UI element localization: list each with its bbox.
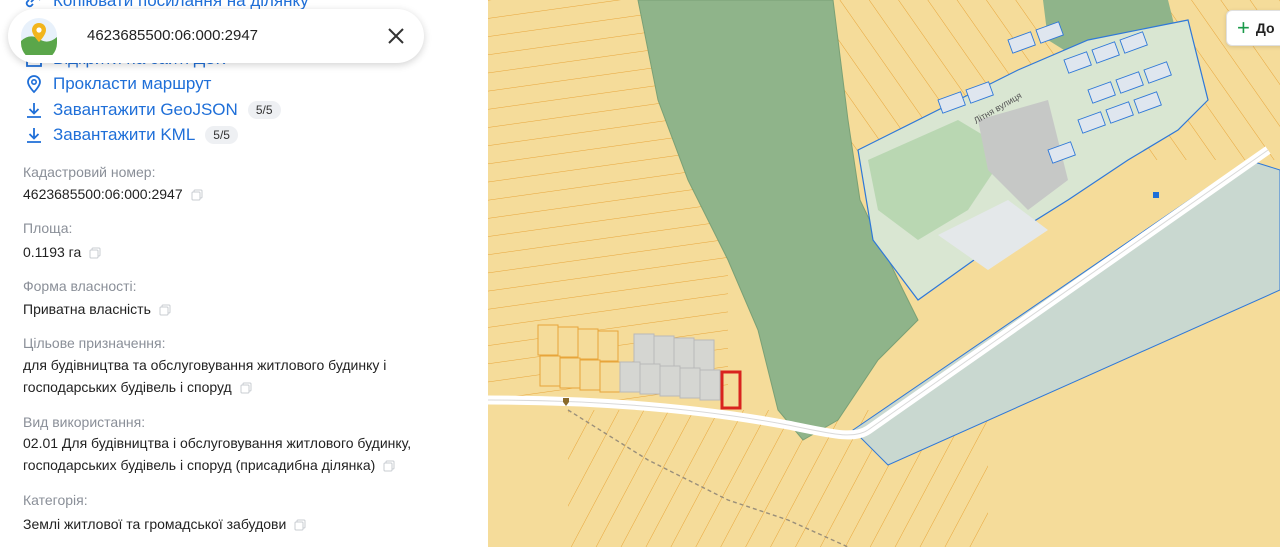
- copy-icon[interactable]: [383, 460, 395, 472]
- area-label: Площа:: [23, 220, 73, 236]
- ownership-label: Форма власності:: [23, 278, 137, 294]
- add-button[interactable]: + До: [1226, 10, 1280, 46]
- ownership-value: Приватна власність: [23, 298, 463, 320]
- download-kml-action[interactable]: Завантажити KML 5/5: [24, 124, 238, 146]
- download-geojson-action[interactable]: Завантажити GeoJSON 5/5: [24, 99, 281, 121]
- copy-icon[interactable]: [294, 519, 306, 531]
- copy-icon[interactable]: [240, 382, 252, 394]
- download-icon: [27, 103, 41, 118]
- point-marker-icon: [1153, 192, 1159, 198]
- copy-icon[interactable]: [191, 189, 203, 201]
- copy-icon[interactable]: [89, 247, 101, 259]
- usage-label: Вид використання:: [23, 414, 146, 430]
- usage-line-2: господарських будівель і споруд (присади…: [23, 454, 463, 476]
- route-action[interactable]: Прокласти маршрут: [24, 73, 211, 95]
- cadastral-number-text: 4623685500:06:000:2947: [23, 186, 183, 202]
- location-pin-icon: [27, 75, 41, 94]
- roadside-parcels: [537, 324, 621, 393]
- map-canvas[interactable]: Літня вулиця: [488, 0, 1280, 547]
- usage-value: 02.01 Для будівництва і обслуговування ж…: [23, 432, 463, 476]
- info-panel: Копіювати посилання на ділянку Відкрити …: [0, 0, 488, 547]
- category-value: Землі житлової та громадської забудови: [23, 513, 463, 535]
- usage-line-2-text: господарських будівель і споруд (присади…: [23, 457, 376, 473]
- kml-limit-badge: 5/5: [205, 126, 238, 144]
- copy-icon[interactable]: [159, 304, 171, 316]
- route-label: Прокласти маршрут: [53, 74, 212, 93]
- category-label: Категорія:: [23, 492, 88, 508]
- add-button-label: До: [1255, 20, 1275, 36]
- category-text: Землі житлової та громадської забудови: [23, 516, 287, 532]
- search-bar[interactable]: 4623685500:06:000:2947: [8, 9, 424, 63]
- usage-line-1: 02.01 Для будівництва і обслуговування ж…: [23, 435, 412, 451]
- geojson-limit-badge: 5/5: [247, 101, 281, 119]
- close-icon[interactable]: [384, 24, 408, 48]
- purpose-value: для будівництва та обслуговування житлов…: [23, 354, 463, 398]
- download-kml-label: Завантажити KML: [53, 125, 196, 144]
- purpose-label: Цільове призначення:: [23, 335, 166, 351]
- app-logo-icon: [21, 18, 57, 55]
- neighboring-parcels: [619, 333, 721, 401]
- purpose-line-2-text: господарських будівель і споруд: [23, 379, 232, 395]
- cadastral-number-value: 4623685500:06:000:2947: [23, 183, 463, 205]
- area-value: 0.1193 га: [23, 241, 463, 263]
- ownership-text: Приватна власність: [23, 301, 151, 317]
- download-icon: [27, 128, 41, 143]
- download-geojson-label: Завантажити GeoJSON: [53, 100, 238, 119]
- cadastral-number-label: Кадастровий номер:: [23, 164, 156, 180]
- purpose-line-2: господарських будівель і споруд: [23, 376, 463, 398]
- purpose-line-1: для будівництва та обслуговування житлов…: [23, 357, 387, 373]
- cadastral-map[interactable]: Літня вулиця: [488, 0, 1280, 547]
- search-query: 4623685500:06:000:2947: [87, 27, 259, 44]
- area-text: 0.1193 га: [23, 244, 82, 260]
- plus-icon: +: [1237, 15, 1250, 40]
